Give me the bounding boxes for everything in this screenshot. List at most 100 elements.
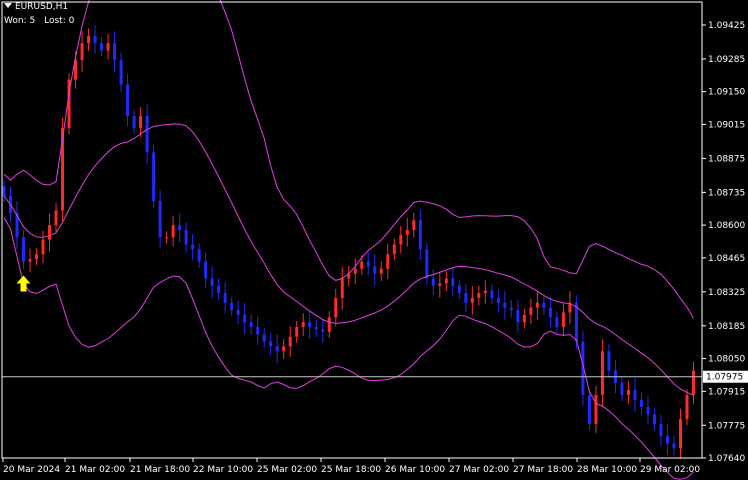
candle-body — [659, 424, 663, 437]
candle-body — [158, 200, 162, 238]
symbol-title[interactable]: EURUSD,H1 — [4, 2, 68, 12]
candle-body — [587, 394, 591, 425]
candle-body — [301, 322, 305, 328]
candle-body — [418, 220, 422, 250]
price-tag-label: 1.07975 — [706, 373, 743, 383]
y-tick-label: 1.09150 — [708, 88, 745, 98]
candle-body — [113, 43, 117, 61]
candle-body — [522, 314, 526, 323]
candle-body — [561, 312, 565, 328]
x-tick-label: 20 Mar 2024 — [3, 465, 60, 475]
candle-body — [93, 35, 97, 44]
candle-body — [262, 334, 266, 342]
y-tick-label: 1.08185 — [708, 322, 745, 332]
price-chart[interactable]: 1.09425 1.09285 1.09150 1.09015 1.08875 1.087… — [0, 0, 748, 480]
candle-body — [685, 394, 689, 420]
candle-body — [457, 285, 461, 294]
annotations-layer — [2, 275, 702, 378]
candle-body — [236, 310, 240, 315]
candle-body — [87, 35, 91, 44]
candle-body — [48, 225, 52, 240]
y-tick-label: 1.08735 — [708, 188, 745, 198]
x-tick-label: 27 Mar 02:00 — [449, 465, 509, 475]
candle-body — [243, 314, 247, 323]
x-tick-label: 27 Mar 18:00 — [513, 465, 573, 475]
x-tick-label: 25 Mar 18:00 — [321, 465, 381, 475]
y-tick-label: 1.07775 — [708, 421, 745, 431]
candle-body — [288, 336, 292, 347]
candle-body — [496, 297, 500, 303]
won-value: 5 — [29, 16, 36, 26]
candle-body — [652, 414, 656, 425]
candle-body — [210, 278, 214, 286]
axes-layer: 1.09425 1.09285 1.09150 1.09015 1.08875 1.087… — [1, 1, 748, 475]
candle-body — [28, 259, 32, 262]
won-label: Won: — [4, 16, 27, 26]
candle-body — [646, 407, 650, 415]
candle-body — [54, 210, 58, 226]
candle-body — [269, 341, 273, 347]
candle-body — [282, 346, 286, 352]
candle-body — [366, 261, 370, 267]
lost-label: Lost: — [44, 16, 66, 26]
candle-body — [360, 261, 364, 269]
candle-body — [152, 152, 156, 201]
candle-body — [509, 307, 513, 311]
candle-body — [412, 220, 416, 230]
candle-body — [405, 229, 409, 235]
candle-body — [373, 266, 377, 274]
x-tick-label: 25 Mar 02:00 — [257, 465, 317, 475]
candle-body — [22, 237, 26, 262]
candle-body — [295, 327, 299, 337]
candle-body — [477, 293, 481, 298]
candle-body — [620, 382, 624, 395]
candle-body — [691, 370, 695, 395]
symbol-label: EURUSD,H1 — [15, 2, 69, 12]
candle-body — [665, 436, 669, 444]
candle-body — [256, 327, 260, 335]
y-tick-label: 1.07640 — [708, 454, 745, 464]
candle-body — [483, 290, 487, 294]
candle-body — [340, 278, 344, 298]
candle-body — [678, 419, 682, 449]
candle-body — [217, 285, 221, 294]
candle-body — [321, 329, 325, 332]
candle-body — [145, 115, 149, 153]
x-tick-label: 21 Mar 02:00 — [65, 465, 125, 475]
x-tick-label: 22 Mar 10:00 — [193, 465, 253, 475]
candle-body — [470, 297, 474, 303]
candle-body — [431, 278, 435, 286]
candle-body — [542, 302, 546, 308]
candle-body — [444, 278, 448, 284]
y-tick-label: 1.09285 — [708, 55, 745, 65]
chart-window[interactable]: { "header": { "symbol": "EURUSD,H1", "wo… — [0, 0, 748, 480]
band-middle — [3, 123, 694, 396]
candle-body — [126, 84, 130, 116]
candle-body — [119, 60, 123, 85]
candle-body — [275, 346, 279, 352]
candle-body — [672, 443, 676, 449]
candle-body — [230, 302, 234, 311]
candle-body — [41, 239, 45, 255]
candle-body — [353, 268, 357, 274]
candle-body — [197, 249, 201, 262]
candle-body — [555, 317, 559, 328]
candle-body — [535, 302, 539, 308]
triangle-down-icon[interactable] — [4, 3, 12, 8]
candle-body — [308, 322, 312, 328]
candle-body — [503, 302, 507, 308]
y-tick-label: 1.08875 — [708, 154, 745, 164]
candle-body — [633, 390, 637, 400]
candle-body — [327, 317, 331, 332]
x-tick-label: 21 Mar 18:00 — [130, 465, 190, 475]
candle-body — [425, 249, 429, 279]
candle-body — [464, 293, 468, 303]
candle-body — [379, 268, 383, 274]
candle-body — [204, 261, 208, 279]
candle-body — [386, 254, 390, 269]
candle-body — [249, 322, 253, 328]
candle-body — [165, 237, 169, 239]
candle-body — [314, 327, 318, 330]
candle-body — [191, 244, 195, 250]
plot-frame — [1, 1, 703, 459]
